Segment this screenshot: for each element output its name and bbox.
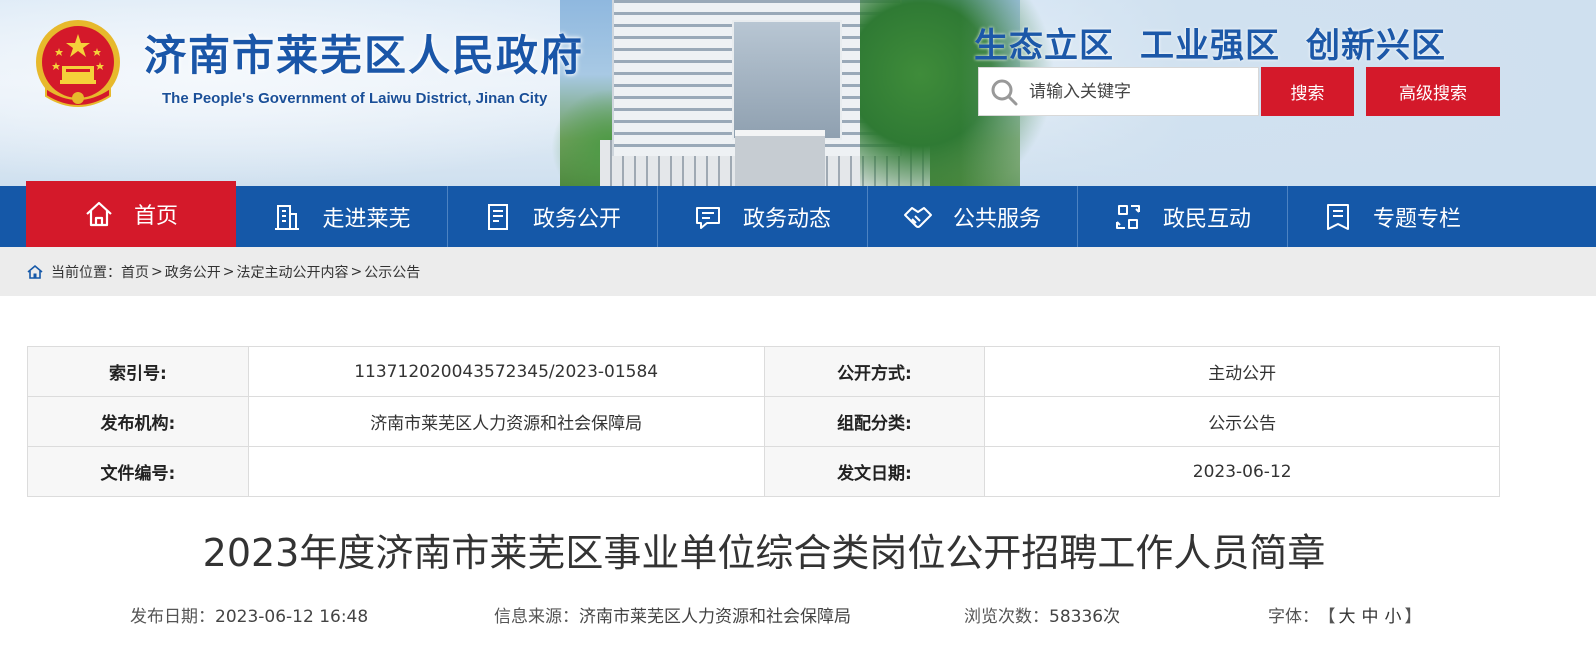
nav-item-public-service[interactable]: 公共服务 — [867, 186, 1076, 247]
handshake-icon — [903, 202, 933, 232]
document-icon — [483, 202, 513, 232]
search-button[interactable]: 搜索 — [1261, 67, 1354, 116]
view-count-label: 浏览次数： — [964, 607, 1049, 627]
exchange-icon — [1113, 202, 1143, 232]
nav-item-special[interactable]: 专题专栏 — [1287, 186, 1496, 247]
nav-item-label: 公共服务 — [952, 206, 1041, 232]
breadcrumb-link[interactable]: 法定主动公开内容 — [236, 262, 348, 282]
info-value: 公示公告 — [984, 396, 1500, 447]
breadcrumb-separator: > — [151, 263, 163, 280]
header-banner: 济南市莱芜区人民政府 The People's Government of La… — [0, 0, 1596, 186]
national-emblem-icon — [36, 20, 120, 107]
view-count-value: 58336次 — [1049, 607, 1121, 627]
breadcrumb-separator: > — [350, 263, 363, 280]
info-key: 公开方式: — [763, 346, 986, 397]
nav-item-interaction[interactable]: 政民互动 — [1077, 186, 1286, 247]
slogan-item: 工业强区 — [1140, 26, 1280, 66]
document-info-table: 索引号: 113712020043572345/2023-01584 公开方式:… — [27, 346, 1500, 497]
table-row: 发布机构: 济南市莱芜区人力资源和社会保障局 组配分类: 公示公告 — [27, 396, 1500, 447]
info-key: 文件编号: — [27, 446, 249, 497]
view-count: 浏览次数：58336次 — [964, 602, 1120, 627]
font-size-bracket: 【 — [1327, 607, 1336, 627]
font-size-label: 字体： — [1268, 607, 1319, 627]
site-title: 济南市莱芜区人民政府 — [144, 31, 585, 80]
table-row: 索引号: 113712020043572345/2023-01584 公开方式:… — [27, 346, 1500, 397]
nav-item-label: 专题专栏 — [1372, 206, 1461, 232]
main-nav: 首页 走进莱芜 政务公开 政务动态 公共服务 政民互动 专题专栏 — [0, 181, 1596, 247]
nav-item-label: 首页 — [133, 204, 178, 229]
breadcrumb-link[interactable]: 首页 — [121, 262, 149, 282]
nav-item-label: 政务动态 — [742, 206, 831, 232]
info-key: 索引号: — [27, 346, 249, 397]
font-size-large[interactable]: 大 — [1339, 607, 1356, 627]
font-size-bracket: 】 — [1404, 607, 1422, 627]
info-value: 济南市莱芜区人力资源和社会保障局 — [247, 396, 765, 447]
info-source-value: 济南市莱芜区人力资源和社会保障局 — [579, 607, 851, 627]
search-box — [978, 67, 1259, 116]
building-icon — [272, 202, 302, 232]
breadcrumb: 当前位置： 首页 > 政务公开 > 法定主动公开内容 > 公示公告 — [0, 247, 1596, 296]
nav-item-label: 政务公开 — [532, 206, 621, 232]
info-key: 组配分类: — [763, 396, 986, 447]
search-input[interactable] — [1029, 81, 1249, 102]
publish-date-label: 发布日期： — [130, 607, 215, 627]
banner-photo — [550, 0, 1060, 186]
info-source: 信息来源：济南市莱芜区人力资源和社会保障局 — [494, 602, 851, 627]
nav-item-label: 政民互动 — [1162, 206, 1251, 232]
home-icon — [84, 199, 114, 229]
advanced-search-button[interactable]: 高级搜索 — [1366, 67, 1500, 116]
publish-date: 发布日期：2023-06-12 16:48 — [130, 602, 368, 627]
info-value — [247, 446, 765, 497]
font-size-control: 字体： 【大中小】 — [1268, 602, 1422, 627]
font-size-small[interactable]: 小 — [1385, 607, 1402, 627]
table-row: 文件编号: 发文日期: 2023-06-12 — [27, 446, 1500, 497]
slogan: 生态立区 工业强区 创新兴区 — [974, 18, 1446, 67]
breadcrumb-prefix: 当前位置： — [51, 264, 121, 281]
chat-icon — [693, 202, 723, 232]
breadcrumb-link[interactable]: 政务公开 — [165, 262, 221, 282]
nav-item-home[interactable]: 首页 — [26, 181, 236, 247]
info-key: 发文日期: — [763, 446, 986, 497]
nav-item-gov-news[interactable]: 政务动态 — [657, 186, 866, 247]
nav-item-about[interactable]: 走进莱芜 — [237, 186, 446, 247]
info-source-label: 信息来源： — [494, 607, 579, 627]
nav-item-gov-open[interactable]: 政务公开 — [447, 186, 656, 247]
slogan-item: 生态立区 — [974, 26, 1114, 66]
site-subtitle: The People's Government of Laiwu Distric… — [162, 90, 548, 107]
slogan-item: 创新兴区 — [1306, 26, 1446, 66]
search-icon — [991, 79, 1018, 105]
info-value: 主动公开 — [984, 346, 1500, 397]
publish-date-value: 2023-06-12 16:48 — [215, 607, 369, 627]
info-value: 113712020043572345/2023-01584 — [247, 346, 765, 397]
info-key: 发布机构: — [27, 396, 249, 447]
nav-item-label: 走进莱芜 — [322, 206, 411, 232]
article-title: 2023年度济南市莱芜区事业单位综合类岗位公开招聘工作人员简章 — [202, 531, 1326, 575]
column-icon — [1323, 202, 1353, 232]
info-value: 2023-06-12 — [984, 446, 1500, 497]
breadcrumb-separator: > — [222, 263, 235, 280]
breadcrumb-link[interactable]: 公示公告 — [364, 262, 420, 282]
location-home-icon — [27, 264, 43, 279]
font-size-medium[interactable]: 中 — [1362, 607, 1379, 627]
